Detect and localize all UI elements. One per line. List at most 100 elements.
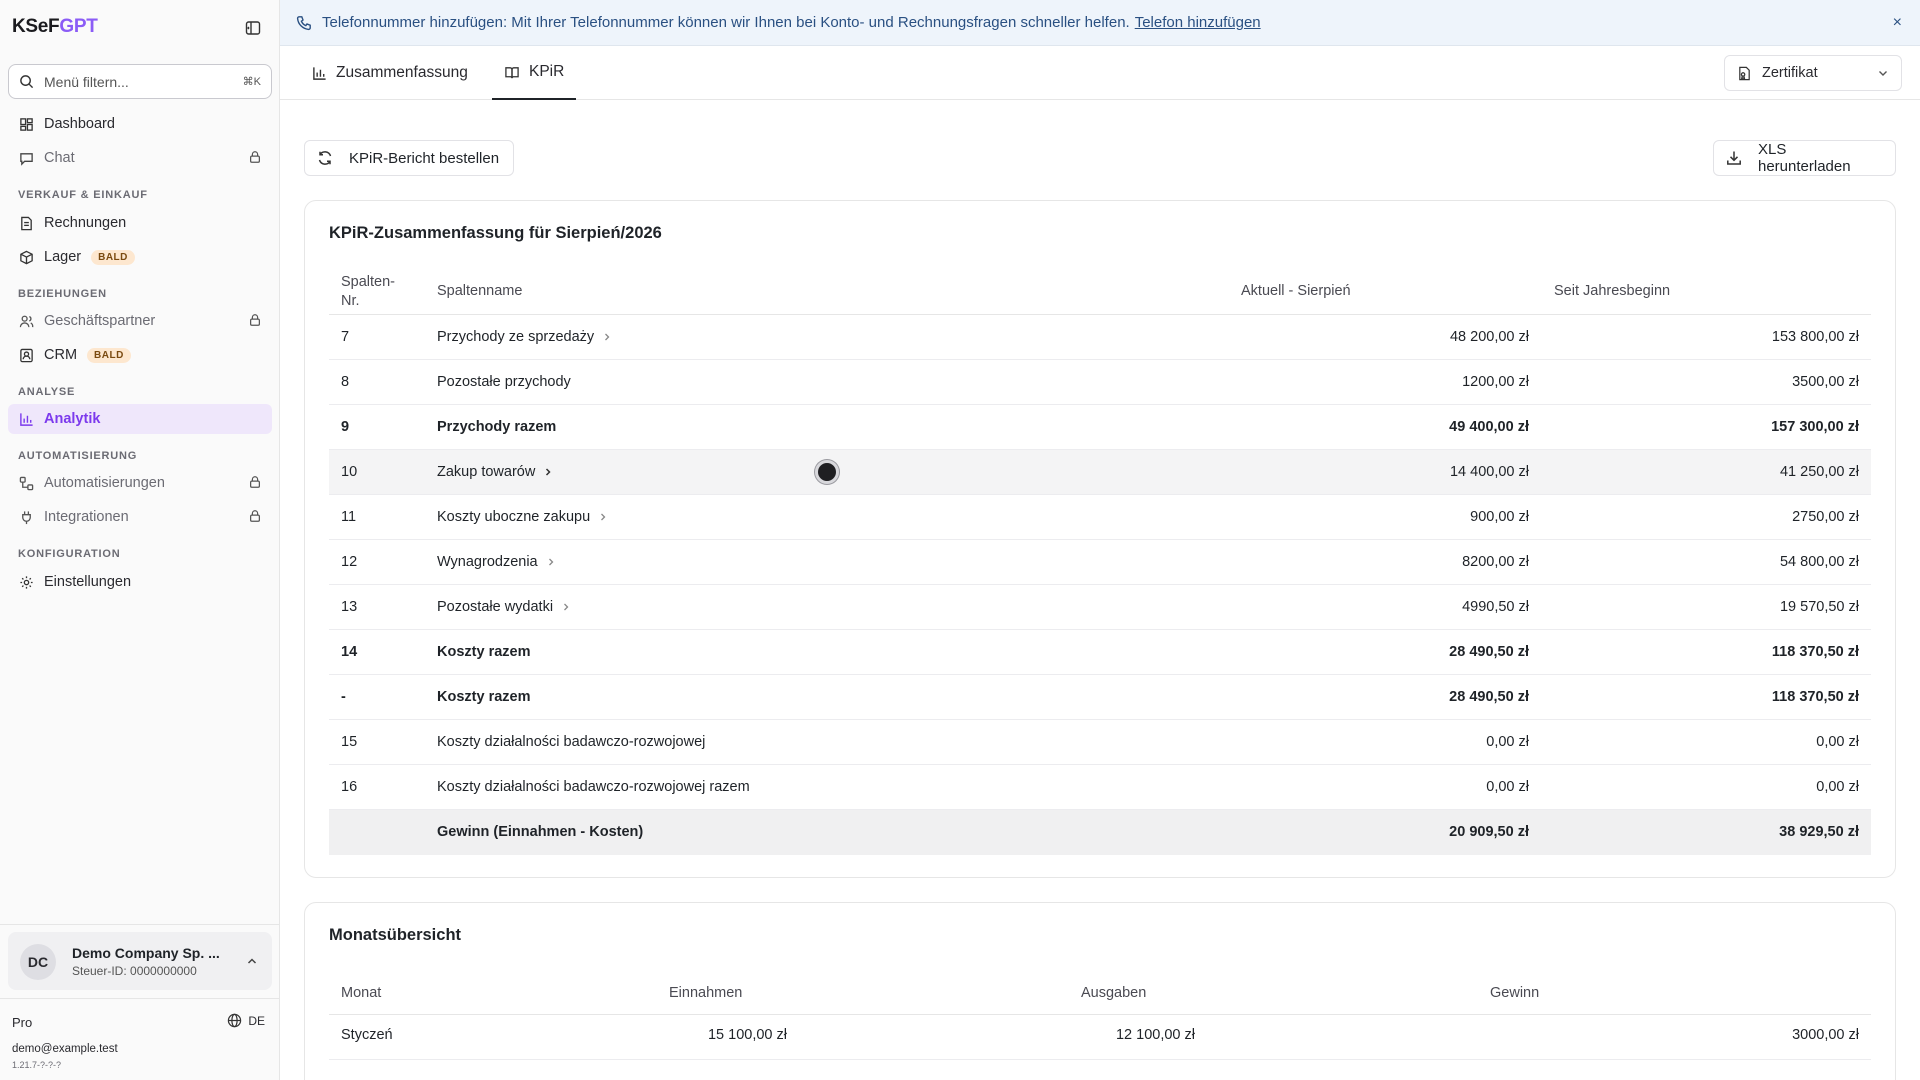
language-switcher[interactable]: DE bbox=[227, 1013, 265, 1028]
cell-ytd: 38 929,50 zł bbox=[1779, 824, 1859, 840]
sidebar-item-label: Dashboard bbox=[44, 116, 115, 132]
card-title: KPiR-Zusammenfassung für Sierpień/2026 bbox=[329, 224, 662, 242]
cell-nr: 14 bbox=[341, 644, 358, 660]
header-current: Aktuell - Sierpień bbox=[1241, 283, 1351, 299]
kpir-summary-card: KPiR-Zusammenfassung für Sierpień/2026 S… bbox=[304, 200, 1896, 878]
cell-ytd: 118 370,50 zł bbox=[1771, 644, 1859, 660]
sidebar-item-crm[interactable]: CRM BALD bbox=[8, 340, 272, 370]
lock-icon bbox=[250, 476, 260, 488]
coming-soon-badge: BALD bbox=[87, 347, 131, 363]
cell-expenses: 12 100,00 zł bbox=[1115, 1027, 1195, 1043]
header-income: Einnahmen bbox=[669, 985, 743, 1001]
menu-filter-input[interactable] bbox=[44, 73, 243, 90]
certificate-icon bbox=[1739, 66, 1750, 80]
sidebar-item-chat[interactable]: Chat bbox=[8, 143, 272, 173]
cell-name: Pozostałe wydatki bbox=[437, 599, 571, 615]
cell-ytd: 2750,00 zł bbox=[1792, 509, 1859, 525]
sidebar-collapse-button[interactable] bbox=[242, 18, 264, 38]
download-xls-button[interactable]: XLS herunterladen bbox=[1713, 140, 1896, 176]
cell-ytd: 41 250,00 zł bbox=[1779, 464, 1859, 480]
button-label: XLS herunterladen bbox=[1758, 141, 1851, 175]
lock-icon bbox=[250, 510, 260, 522]
cell-current: 0,00 zł bbox=[1486, 779, 1529, 795]
tab-label: Zusammenfassung bbox=[336, 64, 468, 81]
close-icon[interactable]: × bbox=[1893, 14, 1902, 32]
add-phone-link[interactable]: Telefon hinzufügen bbox=[1135, 14, 1261, 31]
order-report-button[interactable]: KPiR-Bericht bestellen bbox=[304, 140, 514, 176]
cell-nr: 13 bbox=[341, 599, 358, 615]
bar-chart-icon bbox=[313, 66, 326, 80]
chevron-right-icon bbox=[548, 558, 554, 566]
phone-banner: Telefonnummer hinzufügen: Mit Ihrer Tele… bbox=[280, 0, 1920, 46]
sidebar-item-label: Analytik bbox=[44, 411, 101, 427]
cell-name: Gewinn (Einnahmen - Kosten) bbox=[437, 824, 644, 840]
cell-current: 28 490,50 zł bbox=[1449, 689, 1529, 705]
sidebar-item-geschaeftspartner[interactable]: Geschäftspartner bbox=[8, 306, 272, 336]
contact-icon bbox=[19, 348, 33, 362]
cell-nr: 15 bbox=[341, 734, 358, 750]
sidebar-item-label: CRM bbox=[44, 347, 78, 363]
account-switcher[interactable]: DC Demo Company Sp. ... Steuer-ID: 00000… bbox=[8, 932, 272, 990]
sidebar-item-label: Integrationen bbox=[44, 509, 129, 525]
divider bbox=[0, 998, 280, 999]
cell-name: Zakup towarów bbox=[437, 464, 553, 480]
refresh-icon bbox=[318, 151, 332, 165]
cell-current: 4990,50 zł bbox=[1462, 599, 1529, 615]
globe-icon bbox=[228, 1013, 242, 1028]
section-label: AUTOMATISIERUNG bbox=[18, 450, 138, 462]
language-code: DE bbox=[248, 1013, 265, 1028]
tab-kpir[interactable]: KPiR bbox=[492, 46, 577, 100]
download-icon bbox=[1727, 151, 1741, 165]
sidebar-item-automatisierungen[interactable]: Automatisierungen bbox=[8, 468, 272, 498]
cell-ytd: 153 800,00 zł bbox=[1771, 329, 1859, 345]
table-row[interactable]: 10 Zakup towarów 14 400,00 zł 41 250,00 … bbox=[329, 450, 1871, 495]
card-title: Monatsübersicht bbox=[329, 926, 462, 944]
sidebar-item-analytik[interactable]: Analytik bbox=[8, 404, 272, 434]
cell-ytd: 54 800,00 zł bbox=[1779, 554, 1859, 570]
sidebar: KSeFGPT ⌘K Dashboard Chat VERKAUF & EINK… bbox=[0, 0, 280, 1080]
button-label: KPiR-Bericht bestellen bbox=[349, 149, 500, 167]
sidebar-item-label: Chat bbox=[44, 150, 75, 166]
cell-ytd: 0,00 zł bbox=[1816, 734, 1859, 750]
table-row[interactable]: 7 Przychody ze sprzedaży 48 200,00 zł 15… bbox=[329, 315, 1871, 360]
package-icon bbox=[19, 250, 33, 264]
tab-label: KPiR bbox=[529, 63, 565, 80]
chevron-up-icon bbox=[247, 958, 257, 964]
table-header: Monat Einnahmen Ausgaben Gewinn bbox=[329, 973, 1871, 1015]
menu-filter[interactable]: ⌘K bbox=[8, 64, 272, 99]
table-row-total: Gewinn (Einnahmen - Kosten) 20 909,50 zł… bbox=[329, 810, 1871, 855]
cell-current: 48 200,00 zł bbox=[1449, 329, 1529, 345]
sidebar-item-lager[interactable]: Lager BALD bbox=[8, 242, 272, 272]
cell-profit: 3000,00 zł bbox=[1792, 1027, 1859, 1043]
header-month: Monat bbox=[341, 985, 382, 1001]
panel-left-icon bbox=[245, 21, 261, 35]
section-label: ANALYSE bbox=[18, 386, 76, 398]
section-label: BEZIEHUNGEN bbox=[18, 288, 107, 300]
search-icon bbox=[20, 75, 34, 89]
cell-name: Przychody ze sprzedaży bbox=[437, 329, 612, 345]
cell-name: Koszty działalności badawczo-rozwojowej … bbox=[437, 779, 750, 795]
cursor-indicator bbox=[815, 460, 839, 484]
certificate-select[interactable]: Zertifikat bbox=[1724, 55, 1902, 91]
sidebar-item-einstellungen[interactable]: Einstellungen bbox=[8, 567, 272, 597]
cell-nr: 9 bbox=[341, 419, 350, 435]
tab-zusammenfassung[interactable]: Zusammenfassung bbox=[300, 46, 480, 100]
table-row[interactable]: 11 Koszty uboczne zakupu 900,00 zł 2750,… bbox=[329, 495, 1871, 540]
sidebar-item-rechnungen[interactable]: Rechnungen bbox=[8, 208, 272, 238]
coming-soon-badge: BALD bbox=[91, 249, 135, 265]
book-icon bbox=[505, 66, 519, 78]
cell-name: Przychody razem bbox=[437, 419, 557, 435]
sidebar-item-integrationen[interactable]: Integrationen bbox=[8, 502, 272, 532]
chevron-right-icon bbox=[564, 603, 569, 611]
table-row[interactable]: 12 Wynagrodzenia 8200,00 zł 54 800,00 zł bbox=[329, 540, 1871, 585]
cell-income: 15 100,00 zł bbox=[707, 1027, 787, 1043]
sidebar-item-dashboard[interactable]: Dashboard bbox=[8, 109, 272, 139]
table-row: 15 Koszty działalności badawczo-rozwojow… bbox=[329, 720, 1871, 765]
tax-id: Steuer-ID: 0000000000 bbox=[72, 964, 197, 978]
cell-ytd: 0,00 zł bbox=[1816, 779, 1859, 795]
table-row[interactable]: 13 Pozostałe wydatki 4990,50 zł 19 570,5… bbox=[329, 585, 1871, 630]
brand-logo[interactable]: KSeFGPT bbox=[12, 16, 98, 38]
cell-current: 28 490,50 zł bbox=[1449, 644, 1529, 660]
cell-current: 8200,00 zł bbox=[1462, 554, 1529, 570]
cell-name: Pozostałe przychody bbox=[437, 374, 571, 390]
